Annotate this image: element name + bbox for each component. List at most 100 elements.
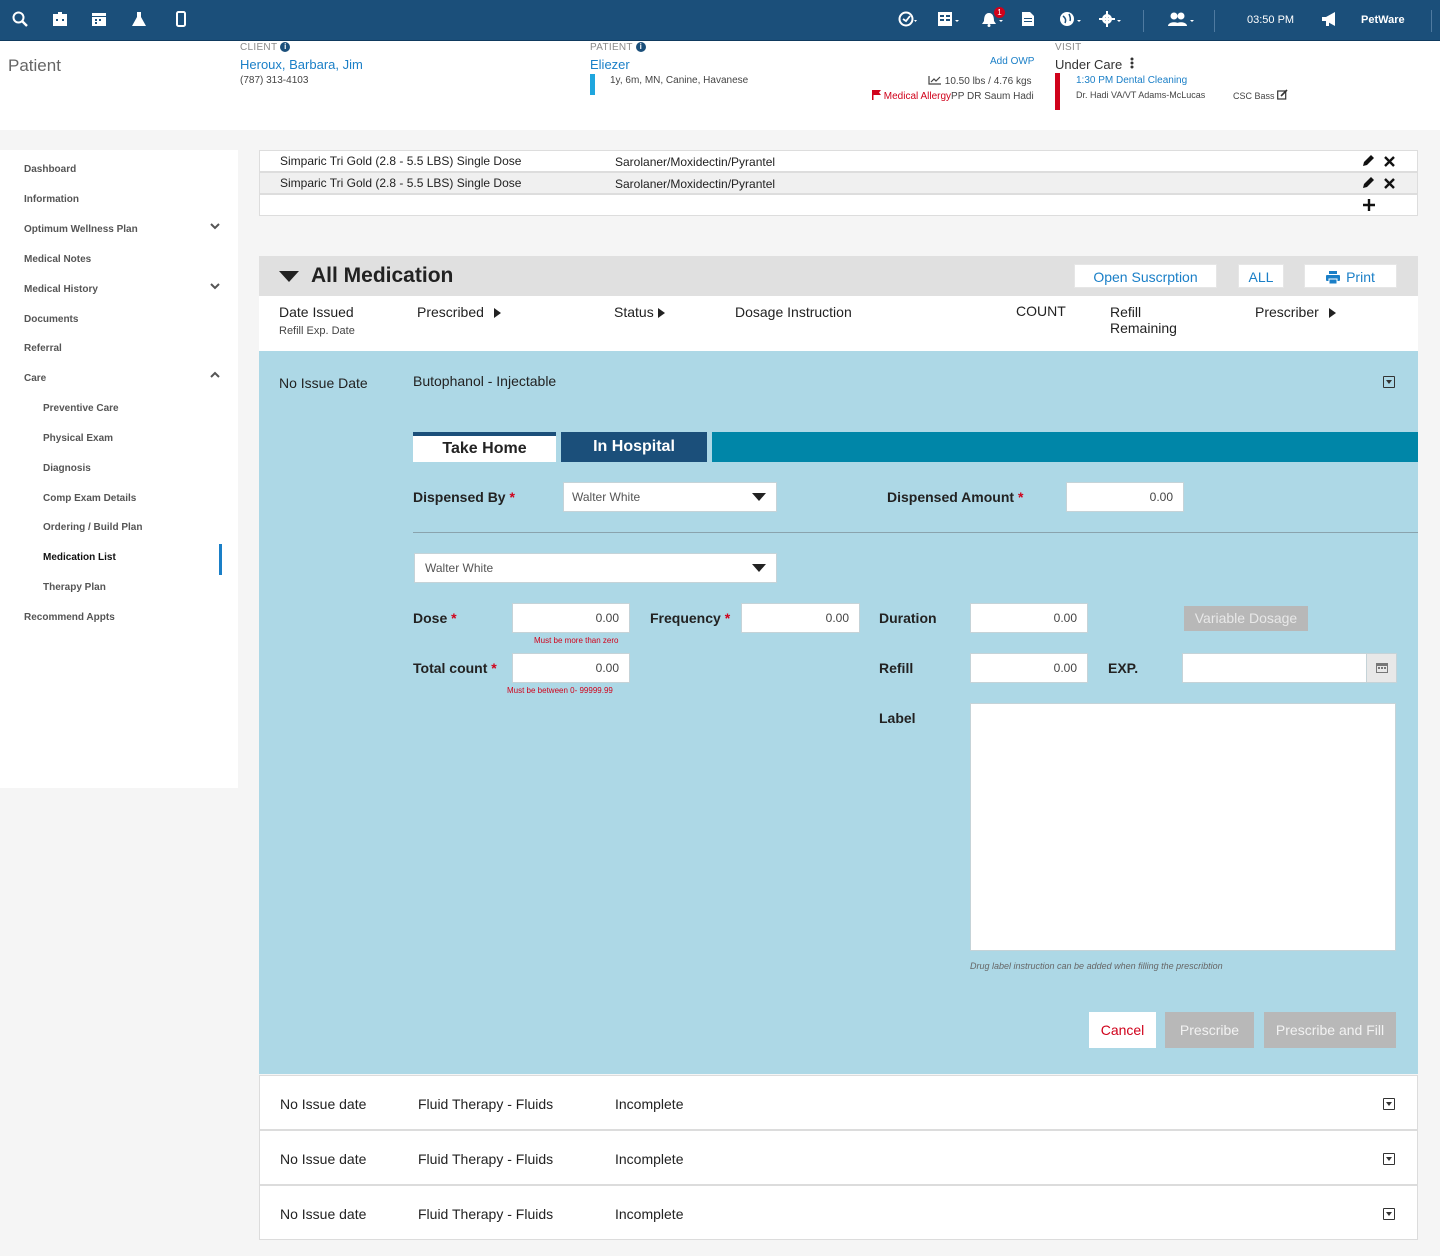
sidebar-item-optimum-wellness-plan[interactable]: Optimum Wellness Plan [24, 224, 138, 235]
chevron-down-icon [752, 564, 766, 572]
info-icon[interactable]: i [280, 42, 291, 52]
sidebar-item-recommend-appts[interactable]: Recommend Appts [24, 612, 115, 623]
sort-arrow-icon[interactable] [493, 308, 501, 318]
close-icon[interactable] [1384, 155, 1395, 170]
tab-in-hospital[interactable]: In Hospital [561, 432, 707, 462]
duration-input[interactable]: 0.00 [970, 603, 1088, 633]
cancel-button[interactable]: Cancel [1089, 1012, 1156, 1048]
all-button[interactable]: ALL [1238, 264, 1284, 288]
label-label: Label [879, 710, 916, 726]
sidebar-item-therapy-plan[interactable]: Therapy Plan [43, 582, 106, 593]
prescribe-button[interactable]: Prescribe [1165, 1012, 1254, 1048]
brand-name[interactable]: PetWare [1361, 14, 1405, 26]
table-row: Simparic Tri Gold (2.8 - 5.5 LBS) Single… [259, 172, 1418, 194]
variable-dosage-button[interactable]: Variable Dosage [1184, 606, 1308, 631]
dose-input[interactable]: 0.00 [512, 603, 630, 633]
list-item[interactable]: No Issue date Fluid Therapy - Fluids Inc… [259, 1185, 1418, 1240]
visit-status[interactable]: Under Care [1055, 57, 1134, 72]
total-count-error: Must be between 0- 99999.99 [507, 686, 613, 695]
sort-arrow-icon[interactable] [1328, 308, 1336, 318]
column-refill-exp-date: Refill Exp. Date [279, 325, 355, 337]
document-icon[interactable] [1018, 11, 1038, 31]
printer-icon [1326, 267, 1341, 291]
visit-label: VISIT [1055, 42, 1082, 53]
tab-take-home[interactable]: Take Home [413, 432, 556, 462]
product-ingredient: Sarolaner/Moxidectin/Pyrantel [615, 177, 776, 191]
product-ingredient: Sarolaner/Moxidectin/Pyrantel [615, 155, 776, 169]
client-name[interactable]: Heroux, Barbara, Jim [240, 57, 363, 72]
edit-icon[interactable] [1277, 89, 1288, 102]
info-icon[interactable]: i [635, 42, 646, 52]
open-subscription-button[interactable]: Open Suscrption [1074, 264, 1217, 288]
exp-date-input[interactable] [1182, 653, 1397, 683]
expand-toggle-icon[interactable] [1383, 376, 1395, 388]
sidebar-item-care[interactable]: Care [24, 373, 46, 384]
flask-icon[interactable] [129, 11, 149, 31]
weight-chart-icon [928, 75, 942, 88]
staff-select[interactable]: Walter White [414, 553, 777, 583]
allergy-alert[interactable]: Medical AllergyPP DR Saum Hadi [872, 90, 1034, 103]
users-icon[interactable] [1166, 11, 1198, 31]
gear-icon[interactable] [1098, 11, 1124, 31]
list-item[interactable]: No Issue date Fluid Therapy - Fluids Inc… [259, 1130, 1418, 1185]
clock-time: 03:50 PM [1247, 14, 1295, 26]
refill-label: Refill [879, 660, 914, 676]
pencil-icon[interactable] [1362, 154, 1375, 170]
column-status[interactable]: Status [614, 304, 665, 320]
sidebar-item-preventive-care[interactable]: Preventive Care [43, 403, 119, 414]
mobile-icon[interactable] [171, 11, 191, 31]
sidebar-item-ordering-build-plan[interactable]: Ordering / Build Plan [43, 522, 142, 533]
sidebar-item-medication-list[interactable]: Medication List [43, 552, 116, 563]
megaphone-icon[interactable] [1320, 11, 1340, 31]
sidebar-item-medical-history[interactable]: Medical History [24, 284, 98, 295]
drug-label-textarea[interactable] [970, 703, 1396, 951]
frequency-input[interactable]: 0.00 [741, 603, 860, 633]
notification-badge: 1 [994, 7, 1005, 18]
total-count-input[interactable]: 0.00 [512, 653, 630, 683]
column-prescribed[interactable]: Prescribed [417, 304, 501, 320]
add-owp-link[interactable]: Add OWP [990, 56, 1034, 67]
chevron-down-icon[interactable] [210, 282, 220, 293]
sidebar-item-diagnosis[interactable]: Diagnosis [43, 463, 91, 474]
column-dosage-instruction[interactable]: Dosage Instruction [735, 304, 852, 320]
column-headers: Date Issued Refill Exp. Date Prescribed … [259, 296, 1418, 351]
calendar-icon[interactable] [89, 11, 109, 31]
sort-arrow-icon[interactable] [657, 308, 665, 318]
patient-name[interactable]: Eliezer [590, 57, 630, 72]
chevron-down-icon[interactable] [210, 222, 220, 233]
spreadsheet-icon[interactable] [936, 11, 962, 31]
expand-toggle-icon[interactable] [1383, 1153, 1395, 1165]
refill-input[interactable]: 0.00 [970, 653, 1088, 683]
sidebar-item-documents[interactable]: Documents [24, 314, 78, 325]
search-icon[interactable] [10, 11, 30, 31]
visit-appointment[interactable]: 1:30 PM Dental Cleaning [1076, 75, 1187, 86]
sidebar-item-information[interactable]: Information [24, 194, 79, 205]
collapse-triangle-icon[interactable] [279, 270, 299, 288]
hospital-icon[interactable] [50, 11, 70, 31]
column-prescriber[interactable]: Prescriber [1255, 304, 1336, 320]
column-refill[interactable]: Refill [1110, 304, 1141, 320]
pencil-icon[interactable] [1362, 176, 1375, 192]
column-date-issued[interactable]: Date Issued [279, 304, 354, 320]
globe-icon[interactable] [1058, 11, 1084, 31]
column-count[interactable]: COUNT [1016, 303, 1066, 319]
checkin-clock-icon[interactable] [896, 11, 922, 31]
table-row: Simparic Tri Gold (2.8 - 5.5 LBS) Single… [259, 150, 1418, 172]
sidebar-item-physical-exam[interactable]: Physical Exam [43, 433, 113, 444]
plus-icon[interactable] [1363, 199, 1375, 214]
prescribe-and-fill-button[interactable]: Prescribe and Fill [1264, 1012, 1396, 1048]
sidebar-item-dashboard[interactable]: Dashboard [24, 164, 76, 175]
sidebar-item-referral[interactable]: Referral [24, 343, 62, 354]
expand-toggle-icon[interactable] [1383, 1208, 1395, 1220]
list-item[interactable]: No Issue date Fluid Therapy - Fluids Inc… [259, 1075, 1418, 1130]
print-button[interactable]: Print [1304, 264, 1397, 288]
calendar-icon[interactable] [1366, 654, 1396, 682]
chevron-up-icon[interactable] [210, 371, 220, 382]
expand-toggle-icon[interactable] [1383, 1098, 1395, 1110]
sidebar-item-comp-exam-details[interactable]: Comp Exam Details [43, 493, 136, 504]
close-icon[interactable] [1384, 177, 1395, 192]
more-vertical-icon[interactable] [1130, 57, 1134, 72]
dispensed-by-select[interactable]: Walter White [563, 482, 777, 512]
dispensed-amount-input[interactable]: 0.00 [1066, 482, 1184, 512]
sidebar-item-medical-notes[interactable]: Medical Notes [24, 254, 91, 265]
